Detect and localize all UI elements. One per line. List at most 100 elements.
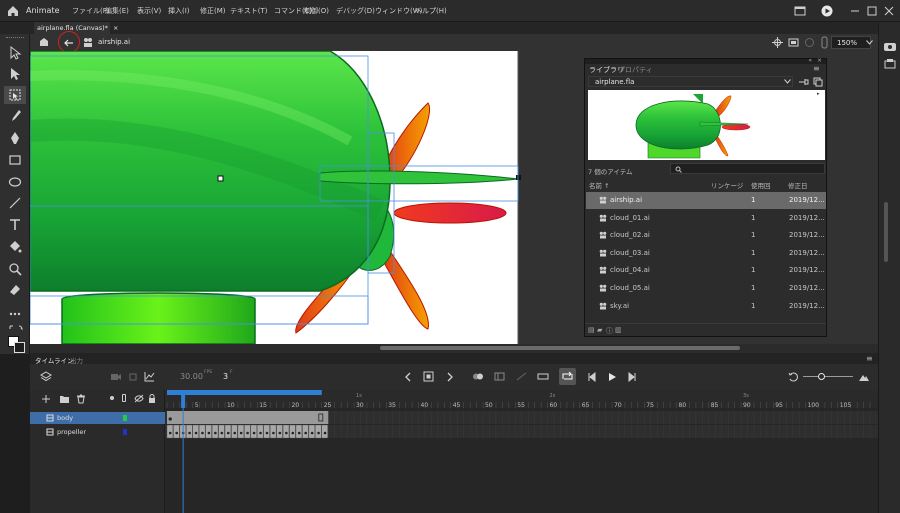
properties-tab[interactable]: プロパティ	[618, 65, 653, 75]
zoom-field[interactable]: 150%	[831, 36, 871, 49]
collapse-icon[interactable]: «	[808, 57, 812, 64]
propeller-keyframe[interactable]	[244, 424, 251, 439]
lock-icon[interactable]	[148, 394, 156, 404]
symbol-name[interactable]: airship.ai	[98, 38, 130, 46]
propeller-keyframe[interactable]	[192, 424, 199, 439]
insert-keyframe-icon[interactable]	[423, 371, 434, 382]
column-linkage[interactable]: リンケージ	[711, 180, 743, 190]
selection-tool-icon[interactable]	[7, 45, 23, 61]
propeller-keyframe[interactable]	[315, 424, 322, 439]
menu-item[interactable]: デバッグ(D)	[336, 6, 375, 16]
more-tools-icon[interactable]	[7, 306, 23, 322]
text-tool-icon[interactable]	[7, 217, 23, 233]
propeller-keyframe[interactable]	[211, 424, 219, 439]
eraser-tool-icon[interactable]	[7, 282, 23, 298]
clip-icon[interactable]	[788, 37, 799, 48]
preview-play-icon[interactable]: ▸	[817, 91, 820, 97]
fill-color-swatch[interactable]	[14, 342, 25, 353]
propeller-keyframe[interactable]	[237, 424, 244, 439]
brush-tool-icon[interactable]	[7, 108, 23, 124]
scroll-thumb[interactable]	[380, 346, 740, 350]
pen-tool-icon[interactable]	[7, 130, 23, 146]
library-item[interactable]: sky.ai 1 2019/12...	[586, 298, 826, 315]
menu-item[interactable]: テキスト(T)	[230, 6, 268, 16]
menu-item[interactable]: 挿入(I)	[168, 6, 190, 16]
new-symbol-icon[interactable]: ▤	[588, 326, 595, 334]
timeline-menu-icon[interactable]: ≡	[866, 354, 873, 363]
playhead-handle[interactable]	[181, 390, 186, 408]
properties-icon[interactable]: ⓘ	[606, 326, 613, 336]
menu-item[interactable]: ファイル(F)	[72, 6, 110, 16]
propeller-keyframe[interactable]	[276, 424, 283, 439]
new-layer-icon[interactable]	[41, 394, 51, 404]
new-folder-icon[interactable]: ▰	[597, 326, 602, 334]
zoom-dropdown-icon[interactable]	[866, 40, 873, 45]
menu-item[interactable]: 修正(M)	[200, 6, 226, 16]
frames-area[interactable]: 5 10 15 20 25 30 35 40 45 50 55 60 65 70 75 80 85 90 95 100…	[165, 390, 878, 513]
workspace-icon[interactable]	[793, 4, 807, 18]
propeller-keyframe[interactable]	[321, 424, 328, 439]
propeller-keyframe[interactable]	[308, 424, 315, 439]
graph-icon[interactable]	[144, 371, 155, 382]
line-tool-icon[interactable]	[7, 195, 23, 211]
stage-area[interactable]: « × ライブラリ プロパティ ≡ airplane.fla ▸ 7 個のアイテ…	[30, 51, 878, 344]
propeller-keyframe[interactable]	[250, 424, 257, 439]
column-date[interactable]: 修正日	[788, 180, 808, 190]
rotate-stage-icon[interactable]	[804, 37, 815, 48]
propeller-keyframe[interactable]	[166, 424, 174, 439]
back-arrow-icon[interactable]	[63, 38, 75, 48]
outline-icon[interactable]	[122, 394, 126, 402]
library-file-select[interactable]: airplane.fla	[588, 76, 793, 87]
test-movie-icon[interactable]	[820, 4, 834, 18]
propeller-keyframe[interactable]	[263, 424, 270, 439]
body-frame-span[interactable]	[167, 411, 329, 424]
layer-color-swatch[interactable]	[123, 429, 127, 435]
layer-depth-icon[interactable]	[128, 372, 138, 382]
menu-item[interactable]: 制御(O)	[304, 6, 329, 16]
frames-grid[interactable]: 5 10 15 20 25 30 35 40 45 50 55 60 65 70 75 80 85 90 95 100…	[165, 390, 878, 513]
step-back-icon[interactable]	[587, 372, 597, 382]
layer-row[interactable]: propeller	[30, 426, 165, 438]
library-search-input[interactable]	[670, 163, 825, 174]
library-item[interactable]: airship.ai 1 2019/12...	[586, 192, 826, 209]
propeller-keyframe[interactable]	[295, 424, 303, 439]
delete-icon[interactable]: ▥	[615, 326, 622, 334]
library-item[interactable]: cloud_03.ai 1 2019/12...	[586, 245, 826, 262]
column-use-count[interactable]: 使用回	[751, 180, 771, 190]
library-item[interactable]: cloud_05.ai 1 2019/12...	[586, 280, 826, 297]
next-keyframe-icon[interactable]	[446, 372, 454, 382]
library-item[interactable]: cloud_01.ai 1 2019/12...	[586, 210, 826, 227]
swap-colors-icon[interactable]	[8, 324, 24, 334]
propeller-keyframe[interactable]	[205, 424, 212, 439]
scale-content-icon[interactable]	[818, 36, 831, 49]
propeller-keyframe[interactable]	[289, 424, 296, 439]
new-folder-layer-icon[interactable]	[59, 394, 70, 404]
scene-icon[interactable]	[38, 37, 50, 48]
subselection-tool-icon[interactable]	[7, 66, 23, 82]
loop-toggle[interactable]	[559, 368, 576, 385]
paint-bucket-tool-icon[interactable]	[7, 239, 23, 255]
oval-tool-icon[interactable]	[7, 174, 23, 190]
fps-value[interactable]: 30.00	[180, 372, 203, 381]
camera-icon[interactable]	[110, 372, 122, 382]
right-scrollbar[interactable]	[884, 202, 888, 262]
edit-multiple-frames-icon[interactable]	[494, 371, 505, 382]
layer-row[interactable]: body	[30, 412, 165, 424]
frame-zoom-handle[interactable]	[818, 373, 825, 380]
transform-point[interactable]	[217, 175, 224, 182]
library-item[interactable]: cloud_02.ai 1 2019/12...	[586, 227, 826, 244]
rectangle-tool-icon[interactable]	[7, 152, 23, 168]
step-forward-icon[interactable]	[627, 372, 637, 382]
panel-grip[interactable]	[6, 37, 24, 39]
reset-zoom-icon[interactable]	[788, 372, 799, 382]
library-item[interactable]: cloud_04.ai 1 2019/12...	[586, 262, 826, 279]
free-transform-tool-icon[interactable]	[7, 87, 23, 103]
propeller-keyframe[interactable]	[257, 424, 264, 439]
maximize-icon[interactable]	[865, 4, 879, 18]
stage-h-scrollbar[interactable]	[30, 344, 878, 353]
visibility-icon[interactable]	[134, 394, 144, 403]
layer-color-swatch[interactable]	[123, 415, 127, 421]
delete-layer-icon[interactable]	[76, 394, 86, 404]
propeller-keyframe[interactable]	[186, 424, 193, 439]
minimize-icon[interactable]	[848, 4, 862, 18]
